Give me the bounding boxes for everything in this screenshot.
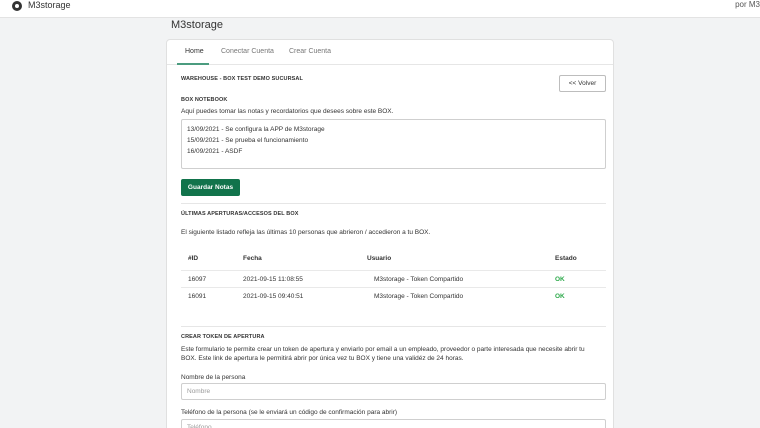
tab-bar: Home Conectar Cuenta Crear Cuenta	[167, 40, 613, 65]
column-header-estado: Estado	[555, 255, 577, 262]
note-line: 15/09/2021 - Se prueba el funcionamiento	[187, 137, 309, 144]
cell-fecha: 2021-09-15 09:40:51	[243, 293, 304, 300]
tab-crear-cuenta[interactable]: Crear Cuenta	[289, 48, 331, 55]
brand-name[interactable]: M3storage	[28, 0, 71, 10]
status-badge: OK	[555, 276, 565, 283]
active-tab-indicator	[177, 63, 209, 65]
phone-input[interactable]	[181, 419, 606, 428]
column-header-fecha: Fecha	[243, 255, 262, 262]
row-separator	[181, 287, 606, 288]
cell-id: 16097	[188, 276, 207, 283]
m3storage-logo-icon[interactable]	[12, 1, 22, 11]
name-label: Nombre de la persona	[181, 374, 246, 381]
token-heading: CREAR TOKEN DE APERTURA	[181, 334, 265, 340]
cell-usuario: M3storage - Token Compartido	[374, 293, 464, 300]
notebook-description: Aquí puedes tomar las notas y recordator…	[181, 108, 394, 115]
status-badge: OK	[555, 293, 565, 300]
note-line: 13/09/2021 - Se configura la APP de M3st…	[187, 126, 325, 133]
cell-id: 16091	[188, 293, 207, 300]
divider	[181, 203, 606, 204]
tab-home[interactable]: Home	[185, 48, 204, 55]
accesses-description: El siguiente listado refleja las últimas…	[181, 229, 431, 236]
note-line: 16/09/2021 - ASDF	[187, 148, 243, 155]
warehouse-heading: WAREHOUSE - BOX TEST DEMO SUCURSAL	[181, 76, 303, 82]
notes-textarea[interactable]: 13/09/2021 - Se configura la APP de M3st…	[181, 119, 606, 169]
cell-usuario: M3storage - Token Compartido	[374, 276, 464, 283]
divider	[181, 326, 606, 327]
accesses-heading: ÚLTIMAS APERTURAS/ACCESOS DEL BOX	[181, 211, 299, 217]
top-navbar: M3storage por M3	[0, 0, 760, 18]
main-card: Home Conectar Cuenta Crear Cuenta WAREHO…	[166, 39, 614, 428]
save-notes-button[interactable]: Guardar Notas	[181, 179, 240, 196]
phone-label: Teléfono de la persona (se le enviará un…	[181, 409, 398, 416]
back-button[interactable]: << Volver	[559, 75, 606, 92]
cell-fecha: 2021-09-15 11:08:55	[243, 276, 303, 283]
tab-conectar-cuenta[interactable]: Conectar Cuenta	[221, 48, 274, 55]
column-header-usuario: Usuario	[367, 255, 392, 262]
row-separator	[181, 270, 606, 271]
page-title: M3storage	[171, 19, 223, 31]
token-description-line-2: BOX. Este link de apertura le permitirá …	[181, 355, 464, 362]
notebook-heading: BOX NOTEBOOK	[181, 97, 228, 103]
name-input[interactable]	[181, 383, 606, 400]
column-header-id: #ID	[188, 255, 199, 262]
token-description-line-1: Este formulario te permite crear un toke…	[181, 346, 585, 353]
byline: por M3	[735, 0, 760, 9]
